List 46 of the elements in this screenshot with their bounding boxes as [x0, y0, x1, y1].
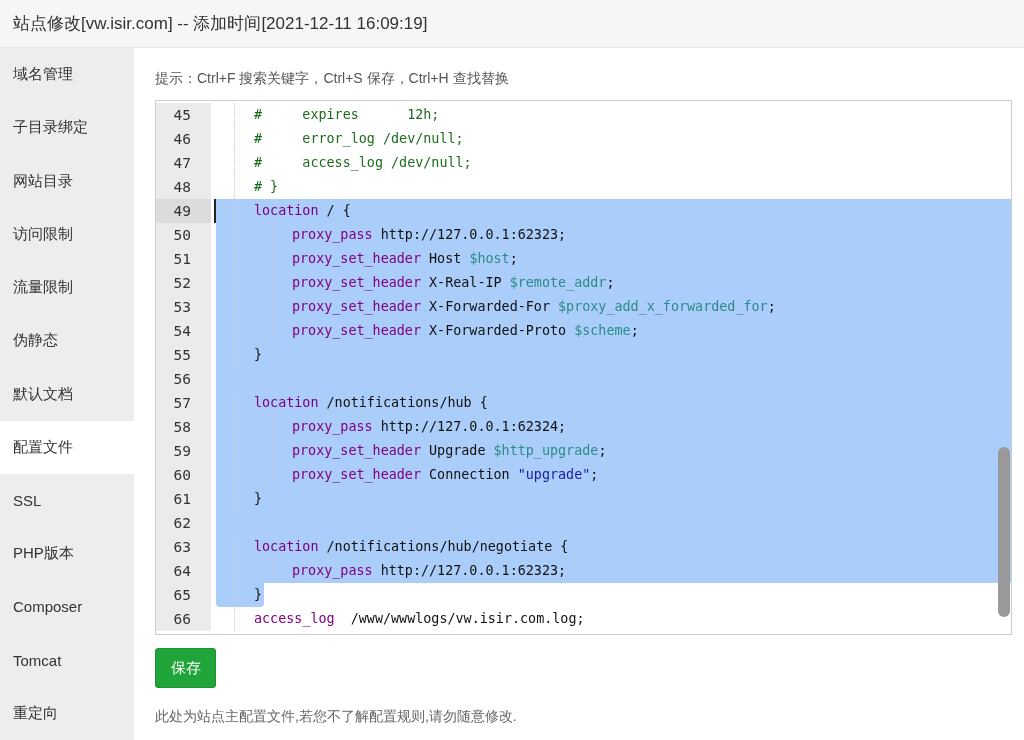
code-line: # access_log /dev/null; [216, 151, 1011, 175]
code-line: # error_log /dev/null; [216, 127, 1011, 151]
line-number: 66 [156, 607, 211, 631]
line-number: 47 [156, 151, 211, 175]
sidebar-item[interactable]: 默认文档 [0, 367, 134, 421]
line-number: 51 [156, 247, 211, 271]
sidebar-item[interactable]: Tomcat [0, 633, 134, 687]
code-line: access_log /www/wwwlogs/vw.isir.com.log; [216, 607, 1011, 631]
sidebar-item[interactable]: 伪静态 [0, 314, 134, 368]
sidebar-item[interactable]: 域名管理 [0, 48, 134, 102]
line-number: 65 [156, 583, 211, 607]
sidebar-item[interactable]: SSL [0, 473, 134, 528]
line-number: 57 [156, 391, 211, 415]
sidebar-item[interactable]: 访问限制 [0, 207, 134, 261]
line-number: 53 [156, 295, 211, 319]
line-number: 52 [156, 271, 211, 295]
sidebar-item[interactable]: 重定向 [0, 686, 134, 740]
line-number: 49 [156, 199, 211, 223]
line-number: 58 [156, 415, 211, 439]
sidebar-item[interactable]: PHP版本 [0, 527, 134, 581]
sidebar-item[interactable]: Composer [0, 580, 134, 634]
code-line: # expires 12h; [216, 103, 1011, 127]
sidebar-item[interactable]: 网站目录 [0, 154, 134, 208]
code-line: # } [216, 175, 1011, 199]
line-number: 55 [156, 343, 211, 367]
scrollbar-thumb[interactable] [998, 447, 1010, 617]
window-title: 站点修改[vw.isir.com] -- 添加时间[2021-12-11 16:09:19] [13, 13, 428, 35]
line-number: 62 [156, 511, 211, 535]
code-line: } [216, 583, 1011, 607]
sidebar-item[interactable]: 流量限制 [0, 260, 134, 315]
line-number: 64 [156, 559, 211, 583]
line-number: 50 [156, 223, 211, 247]
line-number: 60 [156, 463, 211, 487]
sidebar-item[interactable]: 子目录绑定 [0, 101, 134, 155]
warning-note: 此处为站点主配置文件,若您不了解配置规则,请勿随意修改. [155, 708, 518, 726]
line-number: 48 [156, 175, 211, 199]
line-number: 45 [156, 103, 211, 127]
code-editor[interactable] [155, 100, 1012, 635]
line-number: 56 [156, 367, 211, 391]
line-number: 46 [156, 127, 211, 151]
hint-text: 提示：Ctrl+F 搜索关键字，Ctrl+S 保存，Ctrl+H 查找替换 [155, 69, 510, 88]
line-number: 61 [156, 487, 211, 511]
line-number: 63 [156, 535, 211, 559]
sidebar-item[interactable]: 配置文件 [0, 420, 134, 474]
line-number: 59 [156, 439, 211, 463]
line-number: 54 [156, 319, 211, 343]
